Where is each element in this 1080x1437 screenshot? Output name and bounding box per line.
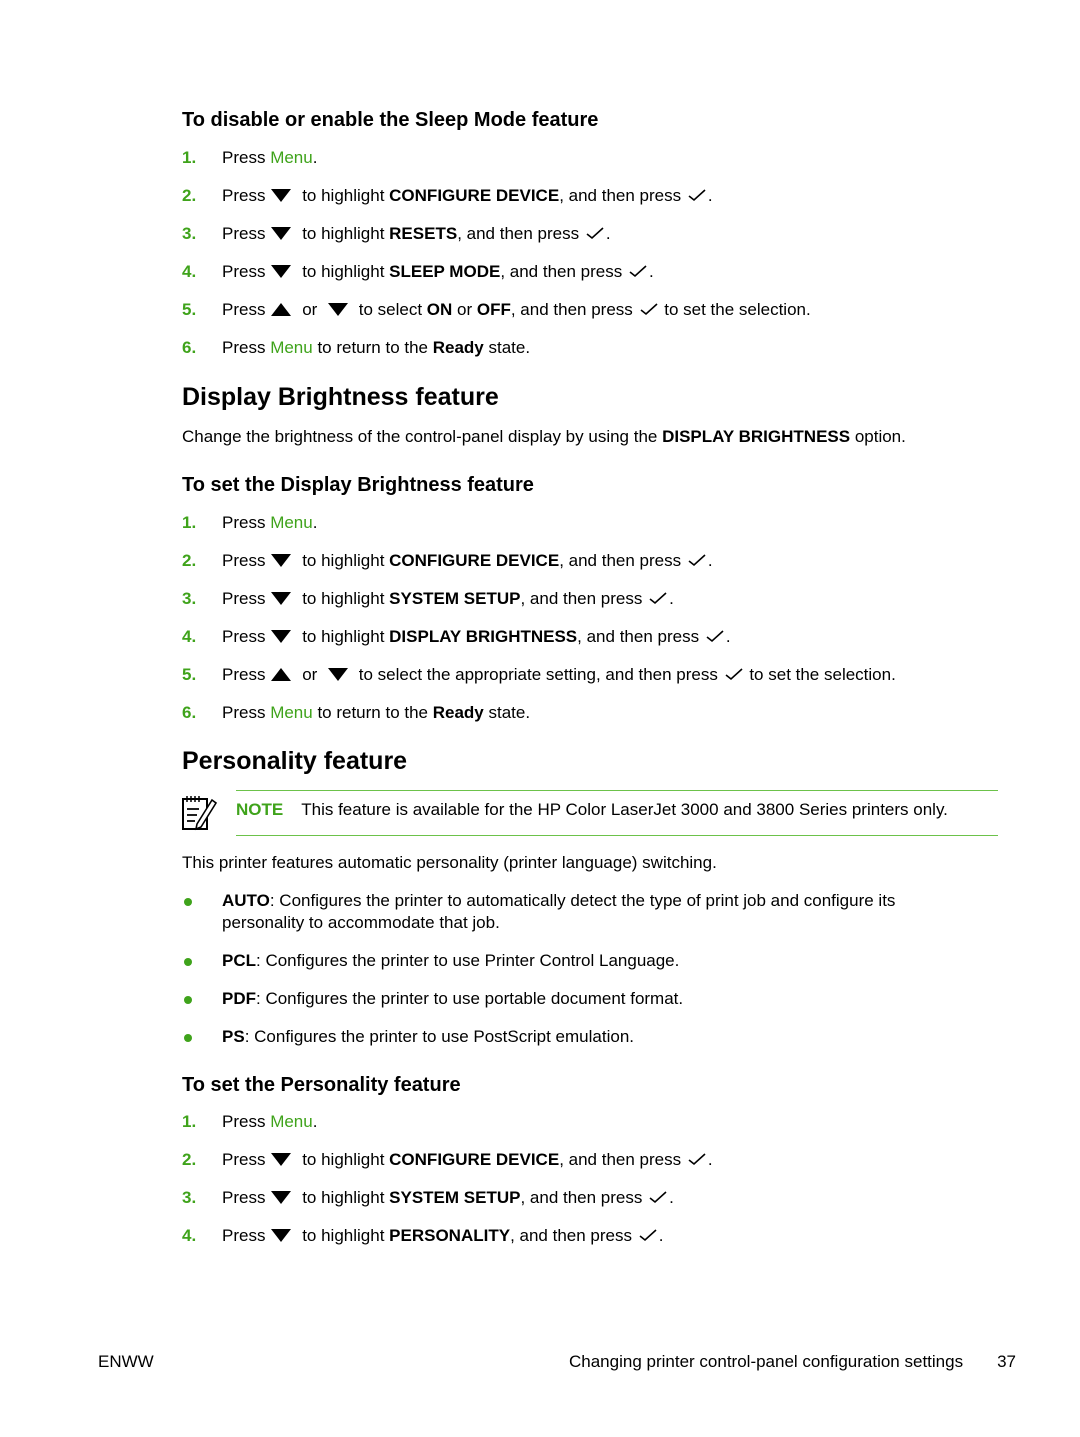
menu-button-ref: Menu [270, 703, 313, 722]
bullet-item: PCL: Configures the printer to use Print… [182, 950, 962, 972]
down-arrow-icon [271, 592, 292, 606]
down-arrow-icon [271, 189, 292, 203]
page-number: 37 [997, 1352, 1016, 1371]
checkmark-icon [688, 553, 706, 566]
down-arrow-icon [271, 1153, 292, 1167]
menu-button-ref: Menu [270, 148, 313, 167]
checkmark-icon [706, 629, 724, 642]
down-arrow-icon [271, 1229, 292, 1243]
note-label: NOTE [236, 800, 284, 819]
set-brightness-heading: To set the Display Brightness feature [182, 474, 534, 496]
down-arrow-icon [271, 1191, 292, 1205]
sleep-mode-heading: To disable or enable the Sleep Mode feat… [182, 109, 599, 131]
personality-title: Personality feature [182, 747, 408, 775]
down-arrow-icon [271, 227, 292, 241]
bullet-dot-icon [184, 1034, 192, 1042]
checkmark-icon [649, 591, 667, 604]
checkmark-icon [688, 1152, 706, 1165]
down-arrow-icon [271, 630, 292, 644]
checkmark-icon [586, 226, 604, 239]
up-arrow-icon [271, 668, 292, 682]
up-arrow-icon [271, 303, 292, 317]
bullet-item: PDF: Configures the printer to use porta… [182, 988, 962, 1010]
checkmark-icon [629, 264, 647, 277]
checkmark-icon [639, 1228, 657, 1241]
bullet-dot-icon [184, 898, 192, 906]
document-page: To disable or enable the Sleep Mode feat… [98, 109, 1016, 1373]
menu-button-ref: Menu [270, 1112, 313, 1131]
menu-button-ref: Menu [270, 513, 313, 532]
footer-chapter-title: Changing printer control-panel configura… [569, 1352, 964, 1371]
down-arrow-icon [328, 668, 349, 682]
bullet-item: AUTO: Configures the printer to automati… [182, 890, 962, 934]
checkmark-icon [649, 1190, 667, 1203]
footer-locale: ENWW [98, 1352, 154, 1371]
bullet-dot-icon [184, 958, 192, 966]
down-arrow-icon [271, 554, 292, 568]
note-top-divider [236, 790, 998, 791]
checkmark-icon [688, 188, 706, 201]
bullet-item: PS: Configures the printer to use PostSc… [182, 1026, 962, 1048]
footer-chapter: Changing printer control-panel configura… [569, 1351, 1016, 1373]
note-bottom-divider [236, 835, 998, 836]
down-arrow-icon [271, 265, 292, 279]
set-personality-heading: To set the Personality feature [182, 1074, 461, 1096]
checkmark-icon [640, 302, 658, 315]
menu-button-ref: Menu [270, 338, 313, 357]
display-brightness-intro: Change the brightness of the control-pan… [182, 427, 906, 446]
note-pad-pencil-icon [182, 796, 218, 831]
personality-intro: This printer features automatic personal… [182, 853, 717, 872]
note-text: NOTE This feature is available for the HP… [236, 800, 948, 819]
checkmark-icon [725, 667, 743, 680]
down-arrow-icon [328, 303, 349, 317]
display-brightness-title: Display Brightness feature [182, 383, 499, 411]
bullet-dot-icon [184, 996, 192, 1004]
